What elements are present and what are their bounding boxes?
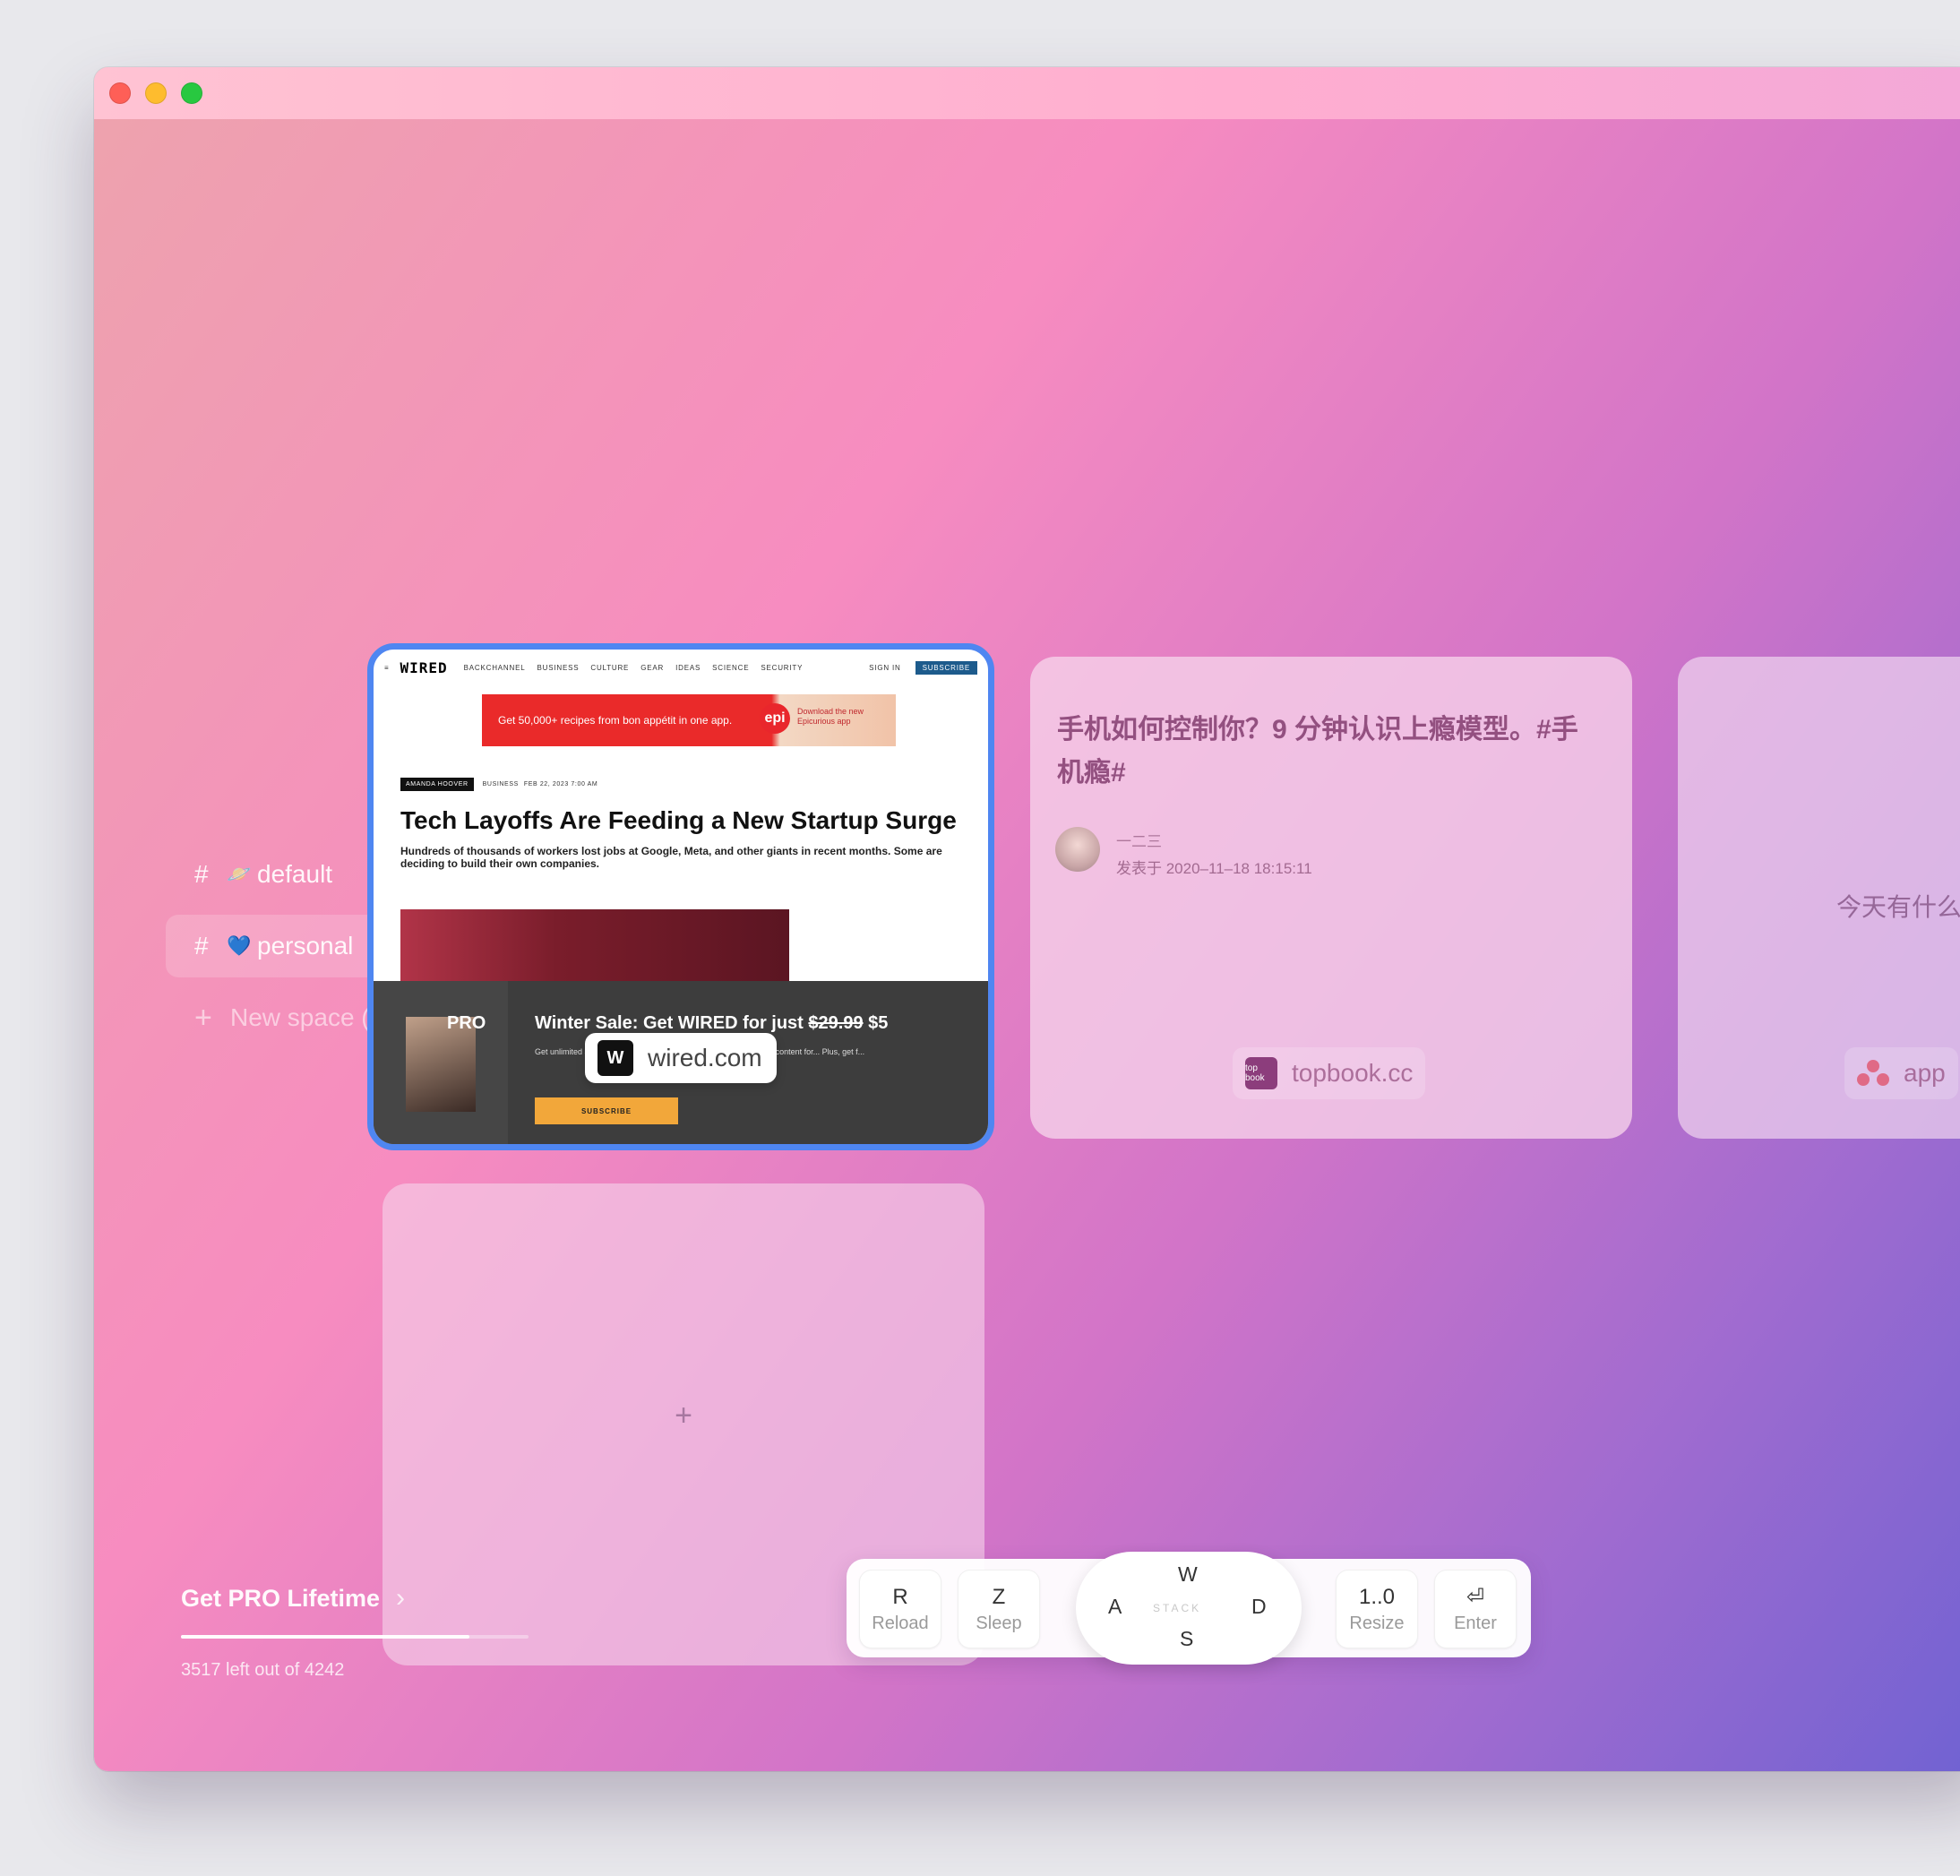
sale-new-price: $5: [868, 1013, 889, 1033]
planet-emoji-icon: 🪐: [227, 863, 252, 885]
wasd-pad: W A STACK D S: [1076, 1552, 1302, 1665]
sleep-key[interactable]: Z Sleep: [958, 1570, 1040, 1648]
key-label: Sleep: [976, 1613, 1022, 1633]
key-label: Reload: [872, 1613, 929, 1633]
article-dek: Hundreds of thousands of workers lost jo…: [400, 845, 942, 870]
source-tag-topbook: top book topbook.cc: [1233, 1047, 1426, 1099]
ad-text: Get 50,000+ recipes from bon appétit in …: [498, 714, 733, 727]
sale-headline: Winter Sale: Get WIRED for just $29.99 $…: [535, 1013, 888, 1034]
zoom-window-button[interactable]: [181, 82, 202, 104]
ad-banner: Get 50,000+ recipes from bon appétit in …: [482, 694, 896, 746]
right-key[interactable]: D: [1251, 1595, 1267, 1619]
post-time: 发表于 2020–11–18 18:15:11: [1116, 860, 1312, 877]
wired-favicon-icon: W: [597, 1040, 633, 1076]
card-preview-text: 今天有什么: [1836, 893, 1960, 921]
avatar: [1055, 827, 1100, 872]
article-headline: Tech Layoffs Are Feeding a New Startup S…: [400, 806, 957, 834]
card-wired[interactable]: ≡ WIRED BACKCHANNEL BUSINESS CULTURE GEA…: [367, 643, 994, 1150]
source-domain: wired.com: [648, 1044, 762, 1071]
article-meta: AMANDA HOOVER BUSINESS FEB 22, 2023 7:00…: [400, 778, 597, 791]
hash-icon: #: [194, 860, 209, 888]
wired-logo: WIRED: [400, 658, 448, 676]
menu-icon: ≡: [384, 663, 390, 672]
sidebar-item-label: default: [257, 860, 333, 888]
key-glyph: Z: [992, 1584, 1006, 1609]
paywall-subscribe-button: SUBSCRIBE: [535, 1097, 678, 1124]
source-domain: topbook.cc: [1292, 1059, 1414, 1087]
sidebar-item-label: personal: [257, 932, 354, 960]
app-window: # 🪐 default # 💙 personal ··· + New space…: [94, 67, 1960, 1771]
sale-prefix: Winter Sale: Get WIRED for just: [535, 1013, 804, 1033]
article-photo: [400, 909, 789, 981]
plus-icon: +: [675, 1398, 692, 1433]
key-glyph: R: [892, 1584, 908, 1609]
pro-progress-fill: [181, 1635, 469, 1639]
nav-link: SCIENCE: [712, 663, 750, 672]
key-label: Resize: [1349, 1613, 1405, 1633]
enter-key[interactable]: ⏎ Enter: [1434, 1570, 1517, 1648]
wired-nav: ≡ WIRED BACKCHANNEL BUSINESS CULTURE GEA…: [374, 650, 988, 685]
subscribe-link: SUBSCRIBE: [915, 660, 977, 675]
left-key[interactable]: A: [1108, 1595, 1122, 1619]
asana-logo-icon: [1857, 1060, 1889, 1087]
resize-key[interactable]: 1..0 Resize: [1336, 1570, 1418, 1648]
topbook-favicon-icon: top book: [1245, 1057, 1277, 1089]
return-icon: ⏎: [1466, 1585, 1485, 1609]
post-title: 手机如何控制你？9 分钟认识上瘾模型。#手机瘾#: [1057, 715, 1578, 787]
get-pro-lifetime-link[interactable]: Get PRO Lifetime ›: [181, 1583, 405, 1614]
plus-icon: +: [194, 1000, 212, 1035]
pro-mark: PRO: [447, 1013, 486, 1033]
close-window-button[interactable]: [109, 82, 131, 104]
pro-label: Get PRO Lifetime: [181, 1584, 381, 1612]
post-author: 一二三: [1116, 833, 1162, 850]
wired-nav-links: BACKCHANNEL BUSINESS CULTURE GEAR IDEAS …: [464, 664, 812, 672]
source-domain: app: [1904, 1059, 1946, 1087]
chevron-right-icon: ›: [396, 1583, 406, 1613]
hash-icon: #: [194, 932, 209, 960]
section-label: BUSINESS: [482, 781, 519, 787]
card-topbook[interactable]: 手机如何控制你？9 分钟认识上瘾模型。#手机瘾# 一二三 发表于 2020–11…: [1030, 657, 1632, 1139]
article-date: FEB 22, 2023 7:00 AM: [523, 781, 598, 787]
title-bar[interactable]: [94, 67, 1960, 119]
stack-label: STACK: [1153, 1602, 1202, 1614]
up-key[interactable]: W: [1178, 1562, 1198, 1587]
ad-download-text: Download the new Epicurious app: [797, 707, 864, 726]
sign-in-link: SIGN IN: [869, 663, 901, 672]
nav-link: IDEAS: [675, 663, 701, 672]
epi-logo: epi: [760, 703, 790, 734]
card-app[interactable]: 今天有什么 app: [1678, 657, 1960, 1139]
byline: AMANDA HOOVER: [400, 778, 474, 791]
nav-link: SECURITY: [761, 663, 804, 672]
heart-emoji-icon: 💙: [227, 934, 252, 957]
nav-link: BUSINESS: [537, 663, 580, 672]
pro-progress-bar: [181, 1635, 529, 1639]
source-tag-app: app: [1844, 1047, 1958, 1099]
sale-old-price: $29.99: [808, 1013, 864, 1033]
reload-key[interactable]: R Reload: [859, 1570, 941, 1648]
minimize-window-button[interactable]: [145, 82, 167, 104]
key-glyph: 1..0: [1358, 1584, 1396, 1609]
nav-link: BACKCHANNEL: [463, 663, 526, 672]
key-label: Enter: [1454, 1614, 1497, 1633]
shortcut-bar: R Reload Z Sleep W A STACK D S 1..0 Resi…: [847, 1552, 1531, 1665]
down-key[interactable]: S: [1180, 1627, 1193, 1651]
nav-link: CULTURE: [590, 663, 630, 672]
source-tag-wired: W wired.com: [585, 1033, 777, 1083]
pro-remaining-count: 3517 left out of 4242: [181, 1660, 345, 1680]
nav-link: GEAR: [640, 663, 665, 672]
